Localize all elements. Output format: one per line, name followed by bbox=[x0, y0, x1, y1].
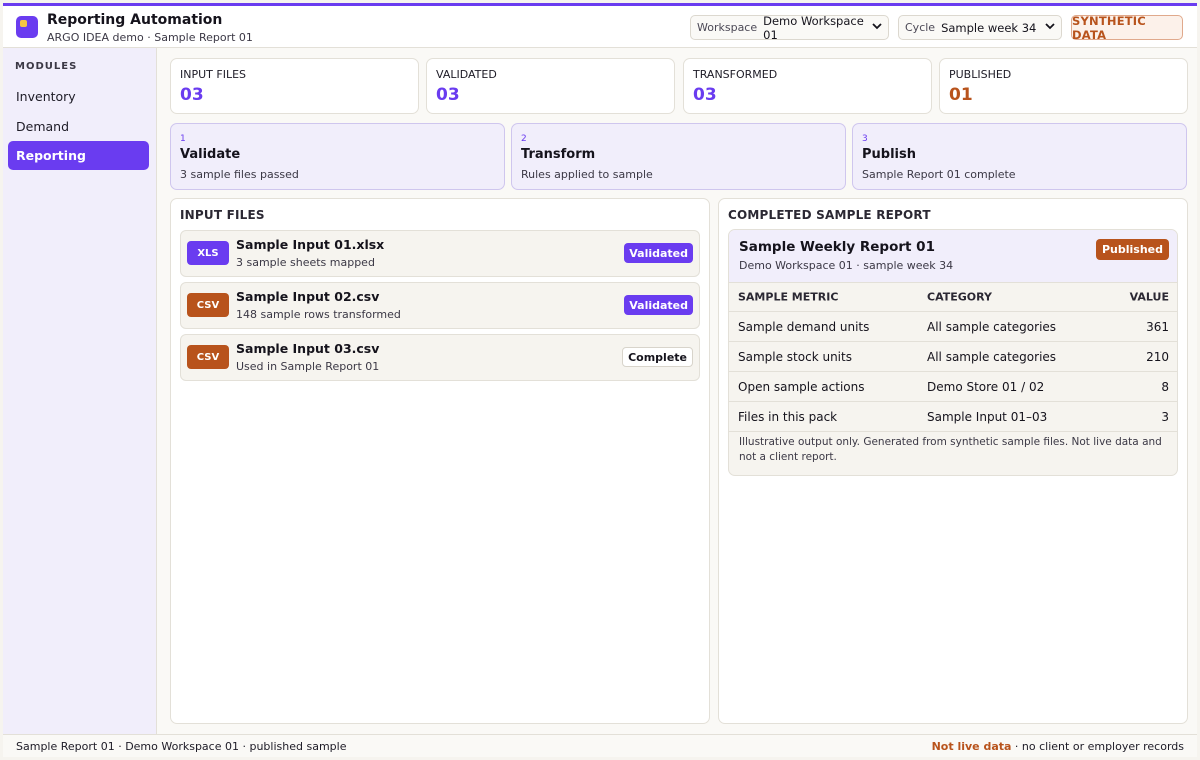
table-header-row: SAMPLE METRIC CATEGORY VALUE bbox=[729, 283, 1177, 312]
footer-disclaimer: Not live data · no client or employer re… bbox=[932, 740, 1184, 753]
file-name: Sample Input 01.xlsx bbox=[236, 237, 385, 252]
sidebar-item-label: Reporting bbox=[16, 148, 86, 163]
metric-cell: Sample demand units bbox=[738, 319, 870, 334]
panel-title: INPUT FILES bbox=[180, 208, 265, 222]
status-bar: Sample Report 01 · Demo Workspace 01 · p… bbox=[3, 734, 1197, 757]
stat-label: PUBLISHED bbox=[949, 68, 1012, 81]
cycle-label: Cycle bbox=[905, 21, 936, 34]
file-row[interactable]: XLS Sample Input 01.xlsx 3 sample sheets… bbox=[180, 230, 700, 277]
step-title: Transform bbox=[521, 147, 596, 162]
step-number: 2 bbox=[521, 134, 527, 144]
app-subtitle: ARGO IDEA demo · Sample Report 01 bbox=[47, 31, 253, 44]
step-number: 3 bbox=[862, 134, 868, 144]
sidebar-item-label: Demand bbox=[16, 119, 70, 134]
sidebar-item-demand[interactable]: Demand bbox=[8, 112, 149, 141]
app-title: Reporting Automation bbox=[47, 12, 223, 28]
value-cell: 210 bbox=[1146, 349, 1169, 364]
file-row[interactable]: CSV Sample Input 03.csv Used in Sample R… bbox=[180, 334, 700, 381]
file-description: 148 sample rows transformed bbox=[236, 308, 401, 321]
report-header: Sample Weekly Report 01 Demo Workspace 0… bbox=[729, 230, 1177, 283]
stat-card-transformed: TRANSFORMED 03 bbox=[683, 58, 932, 114]
file-description: Used in Sample Report 01 bbox=[236, 360, 380, 373]
step-publish: 3 Publish Sample Report 01 complete bbox=[852, 123, 1187, 190]
value-cell: 8 bbox=[1161, 379, 1169, 394]
xls-file-icon: XLS bbox=[187, 241, 229, 265]
cycle-value: Sample week 34 bbox=[941, 20, 1037, 35]
stat-label: INPUT FILES bbox=[180, 68, 247, 81]
file-name: Sample Input 02.csv bbox=[236, 289, 380, 304]
workspace-label: Workspace bbox=[697, 21, 758, 34]
step-description: Sample Report 01 complete bbox=[862, 168, 1016, 181]
step-description: Rules applied to sample bbox=[521, 168, 653, 181]
step-title: Publish bbox=[862, 147, 916, 162]
stat-card-input-files: INPUT FILES 03 bbox=[170, 58, 419, 114]
category-cell: Demo Store 01 / 02 bbox=[927, 379, 1045, 394]
step-transform: 2 Transform Rules applied to sample bbox=[511, 123, 846, 190]
sidebar: MODULES Inventory Demand Reporting bbox=[3, 48, 157, 734]
metric-cell: Files in this pack bbox=[738, 409, 838, 424]
workspace-select[interactable]: Workspace Demo Workspace 01 bbox=[690, 13, 889, 42]
stat-value: 03 bbox=[693, 85, 717, 105]
chevron-down-icon bbox=[1045, 22, 1055, 33]
stat-value: 03 bbox=[436, 85, 460, 105]
table-row: Sample stock units All sample categories… bbox=[729, 342, 1177, 372]
table-row: Files in this pack Sample Input 01–03 3 bbox=[729, 402, 1177, 432]
file-description: 3 sample sheets mapped bbox=[236, 256, 375, 269]
csv-file-icon: CSV bbox=[187, 345, 229, 369]
status-badge: Validated bbox=[624, 295, 693, 315]
metric-cell: Sample stock units bbox=[738, 349, 852, 364]
category-cell: All sample categories bbox=[927, 319, 1057, 334]
chevron-down-icon bbox=[872, 22, 882, 33]
csv-file-icon: CSV bbox=[187, 293, 229, 317]
app-logo-icon bbox=[16, 16, 38, 38]
completed-report-panel: COMPLETED SAMPLE REPORT Sample Weekly Re… bbox=[718, 198, 1188, 724]
workspace-value: Demo Workspace 01 bbox=[763, 13, 864, 42]
stat-value: 03 bbox=[180, 85, 204, 105]
report-table: SAMPLE METRIC CATEGORY VALUE Sample dema… bbox=[729, 283, 1177, 432]
column-header: CATEGORY bbox=[927, 290, 992, 304]
column-header: VALUE bbox=[1129, 290, 1169, 304]
stat-card-validated: VALIDATED 03 bbox=[426, 58, 675, 114]
stat-label: TRANSFORMED bbox=[693, 68, 778, 81]
step-validate: 1 Validate 3 sample files passed bbox=[170, 123, 505, 190]
value-cell: 3 bbox=[1161, 409, 1169, 424]
sidebar-item-reporting[interactable]: Reporting bbox=[8, 141, 149, 170]
main-content: INPUT FILES 03 VALIDATED 03 TRANSFORMED … bbox=[157, 48, 1197, 734]
sidebar-item-label: Inventory bbox=[16, 89, 76, 104]
metric-cell: Open sample actions bbox=[738, 379, 865, 394]
step-number: 1 bbox=[180, 134, 186, 144]
status-badge: Validated bbox=[624, 243, 693, 263]
value-cell: 361 bbox=[1146, 319, 1169, 334]
report-subtitle: Demo Workspace 01 · sample week 34 bbox=[739, 259, 954, 272]
table-row: Sample demand units All sample categorie… bbox=[729, 312, 1177, 342]
file-name: Sample Input 03.csv bbox=[236, 341, 380, 356]
panel-title: COMPLETED SAMPLE REPORT bbox=[728, 208, 931, 222]
stat-card-published: PUBLISHED 01 bbox=[939, 58, 1188, 114]
synthetic-data-badge: SYNTHETIC DATA bbox=[1071, 14, 1183, 42]
report-note: Illustrative output only. Generated from… bbox=[739, 436, 1162, 463]
step-title: Validate bbox=[180, 147, 241, 162]
step-description: 3 sample files passed bbox=[180, 168, 299, 181]
app-window: Reporting Automation ARGO IDEA demo · Sa… bbox=[3, 3, 1197, 757]
cycle-select[interactable]: Cycle Sample week 34 bbox=[898, 15, 1062, 40]
category-cell: Sample Input 01–03 bbox=[927, 409, 1048, 424]
top-bar: Reporting Automation ARGO IDEA demo · Sa… bbox=[3, 3, 1197, 48]
status-badge: Complete bbox=[622, 347, 693, 367]
footer-context: Sample Report 01 · Demo Workspace 01 · p… bbox=[16, 740, 347, 753]
input-files-panel: INPUT FILES XLS Sample Input 01.xlsx 3 s… bbox=[170, 198, 710, 724]
category-cell: All sample categories bbox=[927, 349, 1057, 364]
column-header: SAMPLE METRIC bbox=[738, 290, 839, 304]
report-title: Sample Weekly Report 01 bbox=[739, 239, 935, 255]
stat-value: 01 bbox=[949, 85, 973, 105]
stat-label: VALIDATED bbox=[436, 68, 497, 81]
not-live-data-warning: Not live data bbox=[931, 740, 1012, 753]
report-card: Sample Weekly Report 01 Demo Workspace 0… bbox=[728, 229, 1178, 476]
footer-disclaimer-text: · no client or employer records bbox=[1011, 740, 1184, 753]
table-row: Open sample actions Demo Store 01 / 02 8 bbox=[729, 372, 1177, 402]
modules-heading: MODULES bbox=[15, 61, 78, 72]
file-row[interactable]: CSV Sample Input 02.csv 148 sample rows … bbox=[180, 282, 700, 329]
published-badge: Published bbox=[1095, 239, 1169, 260]
sidebar-item-inventory[interactable]: Inventory bbox=[8, 82, 149, 111]
